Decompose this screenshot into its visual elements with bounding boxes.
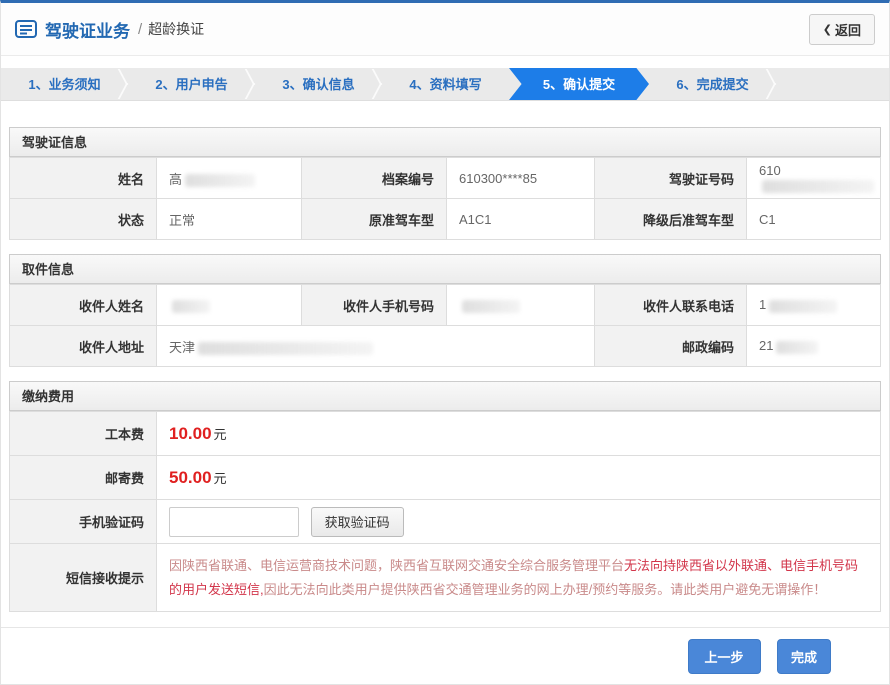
notice-part-3: 因此无法向此类用户提供陕西省交通管理业务的网上办理/预约等服务。请此类用户避免无…	[264, 582, 827, 597]
post-fee-unit: 元	[214, 471, 227, 486]
table-row: 工本费 10.00元	[10, 412, 881, 456]
pickup-info-table: 收件人姓名 收件人手机号码 收件人联系电话 1 收件人地址 天津 邮政编码 21	[9, 284, 881, 367]
back-button[interactable]: ❮ 返回	[809, 14, 875, 45]
step-2-user-declaration: 2、用户申告	[128, 68, 255, 100]
page-header: 驾驶证业务 / 超龄换证 ❮ 返回	[1, 3, 889, 56]
table-row: 收件人地址 天津 邮政编码 21	[10, 326, 881, 367]
get-sms-code-button[interactable]: 获取验证码	[311, 507, 404, 537]
recipient-name-label: 收件人姓名	[10, 285, 157, 326]
fees-section-title: 缴纳费用	[9, 381, 881, 411]
table-row: 收件人姓名 收件人手机号码 收件人联系电话 1	[10, 285, 881, 326]
table-row: 邮寄费 50.00元	[10, 456, 881, 500]
original-class-value: A1C1	[447, 199, 595, 240]
step-4-fill-material: 4、资料填写	[382, 68, 509, 100]
recipient-address-label: 收件人地址	[10, 326, 157, 367]
fees-table: 工本费 10.00元 邮寄费 50.00元 手机验证码 获取验证码 短信接收提示…	[9, 411, 881, 612]
license-number-value: 610	[747, 158, 881, 199]
title-separator: /	[138, 21, 142, 38]
finish-button[interactable]: 完成	[777, 639, 831, 674]
post-fee-value: 50.00元	[157, 456, 881, 500]
back-chevron-icon: ❮	[823, 23, 832, 36]
work-fee-amount: 10.00	[169, 424, 212, 443]
redaction-blur	[769, 300, 837, 313]
license-number-label: 驾驶证号码	[595, 158, 747, 199]
notice-part-1: 因陕西省联通、电信运营商技术问题，陕西省互联网交通安全综合服务管理平台	[169, 558, 624, 573]
redaction-blur	[198, 342, 373, 355]
table-row: 手机验证码 获取验证码	[10, 500, 881, 544]
original-class-label: 原准驾车型	[302, 199, 447, 240]
work-fee-value: 10.00元	[157, 412, 881, 456]
footer-actions: 上一步 完成	[1, 628, 889, 674]
postcode-value: 21	[747, 326, 881, 367]
step-6-complete-submit: 6、完成提交	[649, 68, 776, 100]
step-1-business-notice: 1、业务须知	[1, 68, 128, 100]
recipient-address-value: 天津	[157, 326, 595, 367]
status-value: 正常	[157, 199, 302, 240]
sms-code-cell: 获取验证码	[157, 500, 881, 544]
postcode-label: 邮政编码	[595, 326, 747, 367]
pickup-info-section: 取件信息 收件人姓名 收件人手机号码 收件人联系电话 1 收件人地址 天津 邮政…	[9, 254, 881, 367]
post-fee-amount: 50.00	[169, 468, 212, 487]
file-number-value: 610300****85	[447, 158, 595, 199]
license-info-table: 姓名 高 档案编号 610300****85 驾驶证号码 610 状态 正常 原…	[9, 157, 881, 240]
post-fee-label: 邮寄费	[10, 456, 157, 500]
redaction-blur	[762, 180, 874, 193]
page-title: 驾驶证业务	[45, 17, 130, 42]
work-fee-label: 工本费	[10, 412, 157, 456]
sms-notice-text: 因陕西省联通、电信运营商技术问题，陕西省互联网交通安全综合服务管理平台无法向持陕…	[169, 546, 880, 610]
downgraded-class-label: 降级后准驾车型	[595, 199, 747, 240]
sms-code-label: 手机验证码	[10, 500, 157, 544]
status-label: 状态	[10, 199, 157, 240]
pickup-info-section-title: 取件信息	[9, 254, 881, 284]
recipient-tel-label: 收件人联系电话	[595, 285, 747, 326]
redaction-blur	[776, 341, 818, 354]
table-row: 短信接收提示 因陕西省联通、电信运营商技术问题，陕西省互联网交通安全综合服务管理…	[10, 544, 881, 612]
recipient-name-value	[157, 285, 302, 326]
redaction-blur	[185, 174, 255, 187]
page-subtitle: 超龄换证	[148, 19, 204, 39]
table-row: 状态 正常 原准驾车型 A1C1 降级后准驾车型 C1	[10, 199, 881, 240]
fees-section: 缴纳费用 工本费 10.00元 邮寄费 50.00元 手机验证码 获取验证码 短…	[9, 381, 881, 612]
previous-step-button[interactable]: 上一步	[688, 639, 761, 674]
license-info-section-title: 驾驶证信息	[9, 127, 881, 157]
license-services-icon	[15, 20, 37, 38]
redaction-blur	[172, 300, 210, 313]
name-value: 高	[157, 158, 302, 199]
sms-notice-cell: 因陕西省联通、电信运营商技术问题，陕西省互联网交通安全综合服务管理平台无法向持陕…	[157, 544, 881, 612]
recipient-mobile-label: 收件人手机号码	[302, 285, 447, 326]
step-5-confirm-submit-active: 5、确认提交	[509, 68, 649, 100]
work-fee-unit: 元	[214, 427, 227, 442]
page: 驾驶证业务 / 超龄换证 ❮ 返回 1、业务须知 2、用户申告 3、确认信息 4…	[0, 0, 890, 685]
recipient-tel-value: 1	[747, 285, 881, 326]
name-label: 姓名	[10, 158, 157, 199]
step-wizard: 1、业务须知 2、用户申告 3、确认信息 4、资料填写 5、确认提交 6、完成提…	[1, 68, 889, 101]
file-number-label: 档案编号	[302, 158, 447, 199]
redaction-blur	[462, 300, 520, 313]
step-3-confirm-info: 3、确认信息	[255, 68, 382, 100]
back-button-label: 返回	[835, 20, 861, 39]
sms-notice-label: 短信接收提示	[10, 544, 157, 612]
downgraded-class-value: C1	[747, 199, 881, 240]
table-row: 姓名 高 档案编号 610300****85 驾驶证号码 610	[10, 158, 881, 199]
recipient-mobile-value	[447, 285, 595, 326]
sms-code-input[interactable]	[169, 507, 299, 537]
license-info-section: 驾驶证信息 姓名 高 档案编号 610300****85 驾驶证号码 610 状…	[9, 127, 881, 240]
